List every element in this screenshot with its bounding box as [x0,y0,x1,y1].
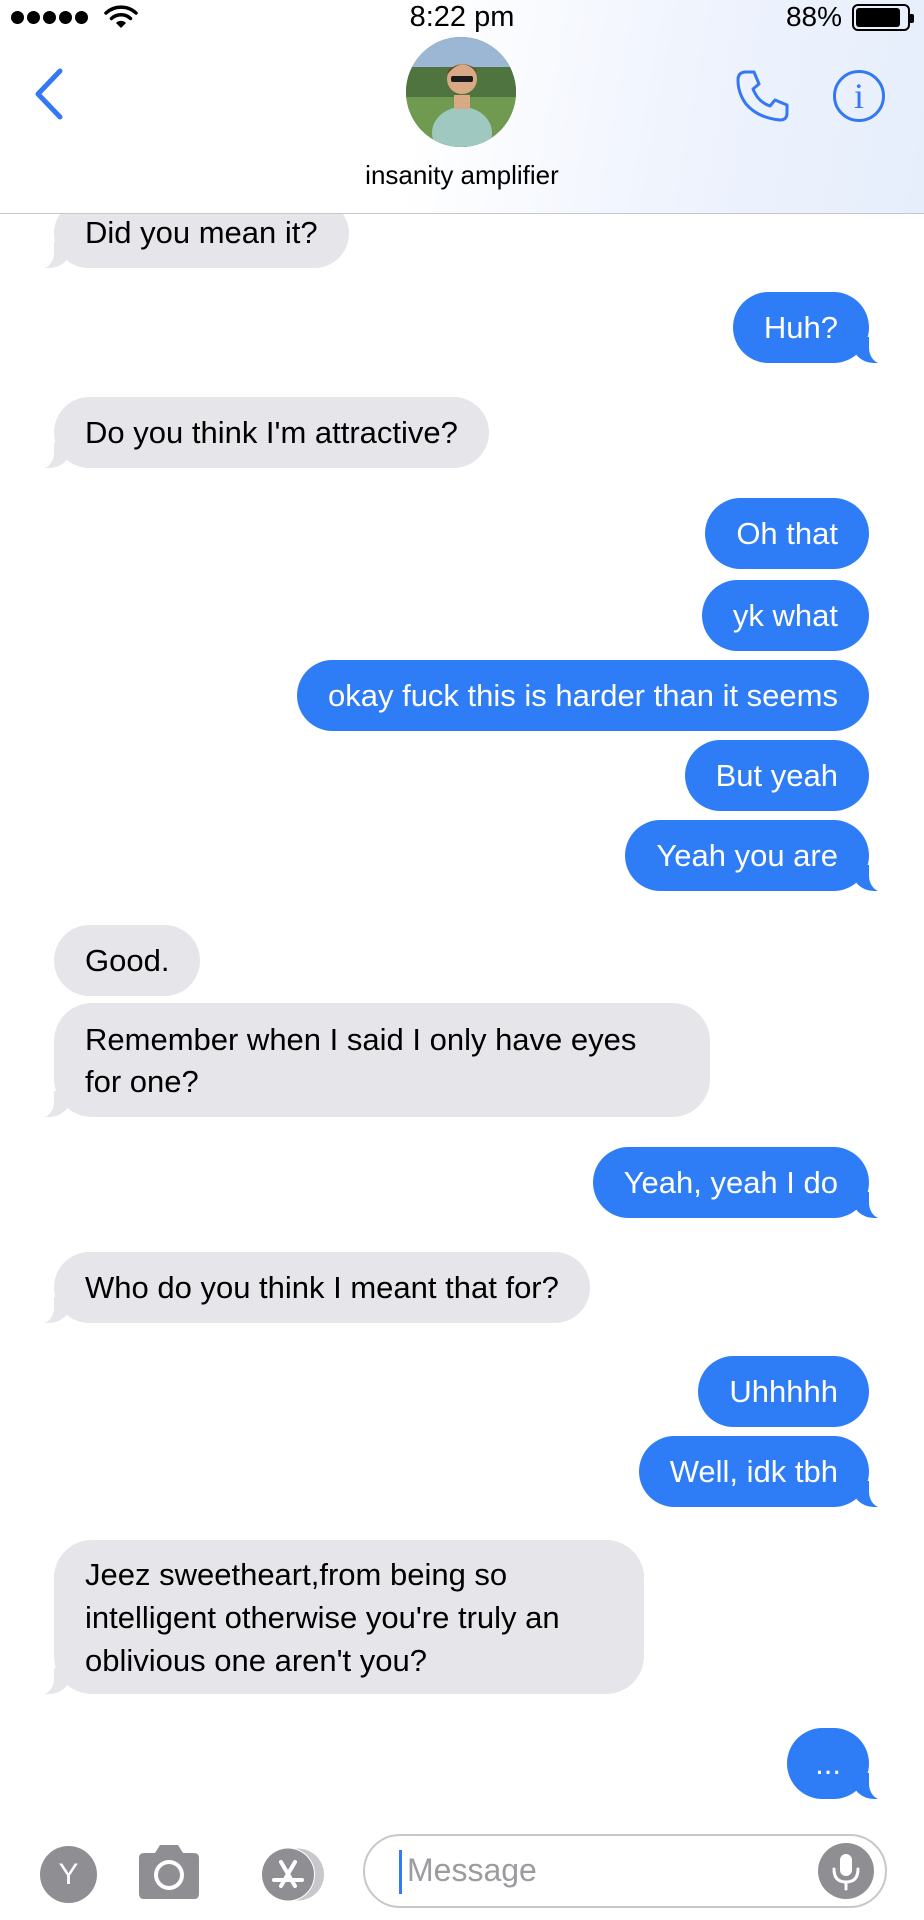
message-input[interactable]: Message [363,1834,887,1908]
camera-button[interactable] [135,1842,203,1902]
phone-icon [736,70,789,122]
message-bubble-incoming[interactable]: Who do you think I meant that for? [32,1252,590,1324]
text-caret [399,1850,402,1894]
message-bubble-outgoing[interactable]: Oh that [705,498,869,569]
conversation-header: 8:22 pm 88% insanity amplifier i [0,0,924,214]
message-bubble-incoming[interactable]: Remember when I said I only have eyes fo… [32,1003,710,1118]
message-bubble-outgoing[interactable]: okay fuck this is harder than it seems [296,660,869,731]
back-button[interactable] [30,64,74,124]
info-button[interactable]: i [833,70,885,122]
battery-percentage: 88% [785,1,842,32]
battery-icon [852,4,914,31]
typing-indicator-bubble: ... [787,1728,891,1800]
status-bar: 8:22 pm 88% [0,0,924,36]
camera-icon [139,1845,199,1899]
contact-avatar[interactable] [406,37,516,147]
message-bubble-outgoing[interactable]: Huh? [732,292,892,364]
info-icon: i [853,76,864,116]
call-button[interactable] [732,66,792,126]
message-bubble-outgoing[interactable]: Yeah, yeah I do [592,1147,892,1219]
dictation-button[interactable] [818,1843,874,1899]
message-placeholder: Message [407,1852,537,1888]
message-bubble-outgoing[interactable]: But yeah [684,740,869,811]
chevron-left-icon [35,68,63,120]
message-bubble-incoming[interactable]: Jeez sweetheart,from being so intelligen… [32,1540,644,1695]
message-bubble-outgoing[interactable]: Well, idk tbh [638,1436,892,1508]
microphone-icon [832,1854,860,1891]
message-bubble-incoming[interactable]: Good. [54,925,201,996]
message-bubble-outgoing[interactable]: Uhhhhh [698,1356,869,1427]
message-bubble-outgoing[interactable]: Yeah you are [625,820,891,892]
message-bubble-outgoing[interactable]: yk what [701,580,869,651]
message-thread: Did you mean it? Huh? Do you think I'm a… [0,0,924,1920]
app-drawer-button[interactable]: Y [40,1846,97,1903]
contact-name[interactable]: insanity amplifier [0,160,924,191]
message-bubble-incoming[interactable]: Do you think I'm attractive? [32,397,489,469]
app-store-icon [261,1847,324,1902]
app-store-button[interactable] [248,1846,328,1903]
